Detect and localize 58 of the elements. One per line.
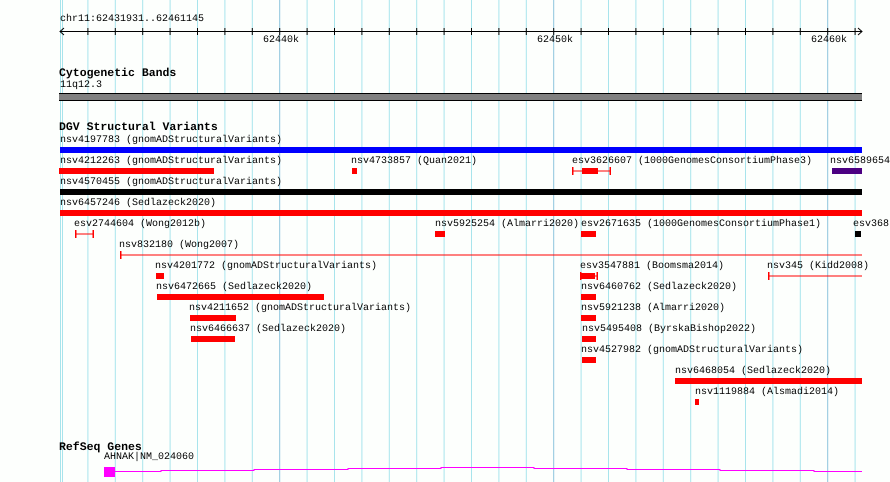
variant-bar[interactable] [581,315,596,321]
track-title: Cytogenetic Bands [59,67,176,80]
feature-label: esv2671635 (1000GenomesConsortiumPhase1) [581,219,822,231]
variant-bar[interactable] [191,336,235,342]
location-label: chr11:62431931..62461145 [60,14,204,26]
gene-drawing[interactable] [104,466,862,477]
feature-label: nsv6457246 (Sedlazeck2020) [60,198,216,210]
variant-line[interactable] [768,272,862,280]
feature-label: nsv4733857 (Quan2021) [351,156,478,168]
feature-label: nsv6589654 [830,156,890,168]
feature-label: esv3626607 (1000GenomesConsortiumPhase3) [572,156,812,168]
variant-bar[interactable] [581,294,596,300]
feature-label: nsv6460762 (Sedlazeck2020) [581,282,738,294]
track-title: DGV Structural Variants [59,121,218,134]
feature-label: esv2744604 (Wong2012b) [74,219,206,231]
variant-bar[interactable] [832,168,862,174]
feature-label: esv368 [853,219,890,231]
variant-bar[interactable] [60,210,862,216]
tick-label: 62460k [811,35,847,47]
feature-label: nsv4201772 (gnomADStructuralVariants) [155,261,378,273]
feature-label: nsv5495408 (ByrskaBishop2022) [582,324,756,336]
variant-bar[interactable] [582,357,596,363]
feature-label: nsv345 (Kidd2008) [767,261,870,273]
variant-bar[interactable] [581,231,596,237]
tick-label: 62450k [537,35,573,47]
variant-bar[interactable] [59,168,214,174]
variant-interval[interactable] [572,167,611,175]
variant-line[interactable] [120,251,862,259]
feature-label: nsv1119884 (Alsmadi2014) [695,387,840,399]
feature-label: nsv6466637 (Sedlazeck2020) [190,324,346,336]
feature-label: nsv4211652 (gnomADStructuralVariants) [189,303,412,315]
tick-label: 62440k [263,35,299,47]
variant-bar[interactable] [352,168,357,174]
feature-label: AHNAK|NM_024060 [104,452,194,464]
feature-label: nsv5925254 (Almarri2020) [435,219,580,231]
variant-bar[interactable] [190,315,236,321]
variant-bar[interactable] [60,189,862,195]
variant-bar[interactable] [435,231,445,237]
variant-bar[interactable] [156,273,164,279]
feature-label: nsv4570455 (gnomADStructuralVariants) [60,177,282,189]
chromosome-band[interactable] [59,93,862,101]
variant-bar[interactable] [157,294,324,300]
variant-interval[interactable] [75,230,94,238]
feature-label: 11q12.3 [60,80,102,92]
feature-label: nsv4212263 (gnomADStructuralVariants) [60,156,282,168]
variant-bar[interactable] [675,378,862,384]
feature-label: nsv5921238 (Almarri2020) [581,303,726,315]
variant-bar[interactable] [60,147,862,153]
feature-label: esv3547881 (Boomsma2014) [580,261,724,273]
feature-label: nsv6468054 (Sedlazeck2020) [675,366,832,378]
feature-label: nsv4197783 (gnomADStructuralVariants) [60,135,282,147]
variant-bar[interactable] [582,336,596,342]
variant-bar[interactable] [695,399,699,405]
feature-label: nsv6472665 (Sedlazeck2020) [156,282,312,294]
variant-bar[interactable] [855,231,861,237]
feature-label: nsv832180 (Wong2007) [119,240,240,252]
feature-label: nsv4527982 (gnomADStructuralVariants) [581,345,804,357]
variant-interval[interactable] [580,272,598,280]
